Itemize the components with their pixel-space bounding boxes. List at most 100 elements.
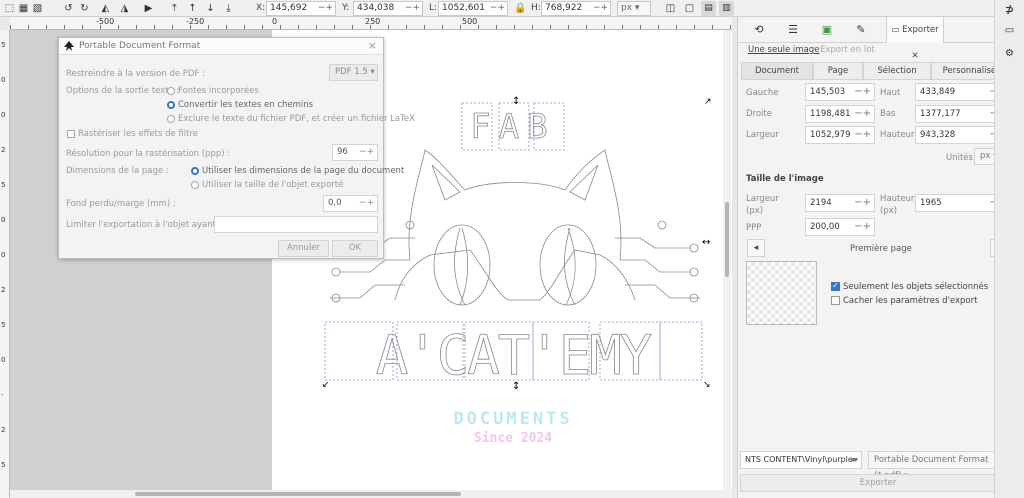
hide-params-checkbox[interactable] bbox=[831, 296, 840, 305]
resolution-field[interactable]: 96 −+ bbox=[332, 144, 378, 161]
left-field[interactable]: 145,503 −+ bbox=[805, 83, 875, 101]
horizontal-scroll-thumb[interactable] bbox=[135, 492, 461, 496]
x-stepper[interactable]: −+ bbox=[318, 2, 333, 15]
prev-page-button[interactable]: ◂ bbox=[747, 239, 765, 257]
bleed-field[interactable]: 0,0 −+ bbox=[323, 195, 378, 212]
y-stepper[interactable]: −+ bbox=[405, 2, 420, 15]
unit-select[interactable]: px ▾ bbox=[617, 1, 651, 16]
width-field[interactable]: 1052,601 −+ bbox=[438, 1, 508, 16]
swatches-tab-icon[interactable]: ▣ bbox=[810, 17, 844, 43]
flip-horizontal-icon[interactable]: ◭ bbox=[99, 2, 112, 15]
y-field[interactable]: 434,038 −+ bbox=[353, 1, 423, 16]
fill-stroke-tab-icon[interactable]: ✎ bbox=[844, 17, 878, 43]
bleed-stepper[interactable]: −+ bbox=[359, 196, 374, 211]
only-selected-checkbox[interactable] bbox=[831, 281, 840, 291]
text-to-paths-radio[interactable] bbox=[167, 101, 175, 109]
img-width-field[interactable]: 2194 −+ bbox=[805, 194, 875, 212]
height-stepper[interactable]: −+ bbox=[593, 2, 608, 15]
x-field[interactable]: 145,692 −+ bbox=[266, 1, 336, 16]
width-field[interactable]: 1052,979 −+ bbox=[805, 126, 875, 144]
filename-value: NTS CONTENT\Vinyl\purple bbox=[745, 455, 853, 464]
left-label: Gauche bbox=[746, 88, 779, 98]
ruler-left-label: 0 bbox=[1, 356, 6, 364]
raise-icon[interactable]: ▶ bbox=[142, 2, 155, 15]
ruler-tick bbox=[388, 25, 389, 29]
dpi-field[interactable]: 200,00 −+ bbox=[805, 218, 875, 236]
dialog-title: Portable Document Format bbox=[79, 41, 201, 51]
flip-vertical-icon[interactable]: ◮ bbox=[118, 2, 131, 15]
preferences-icon[interactable]: ⚙ bbox=[1003, 47, 1016, 60]
export-button[interactable]: Exporter bbox=[740, 474, 1016, 492]
height-field[interactable]: 768,922 −+ bbox=[541, 1, 611, 16]
ruler-tick bbox=[136, 25, 137, 29]
snap-toggle-icon[interactable]: ⊅ bbox=[1003, 3, 1016, 16]
embed-fonts-radio[interactable] bbox=[167, 87, 175, 95]
horizontal-scrollbar[interactable] bbox=[10, 490, 732, 498]
ruler-left-label: 5 bbox=[1, 181, 6, 189]
right-field[interactable]: 1198,481 −+ bbox=[805, 105, 875, 123]
format-select[interactable]: Portable Document Format (*.pdf) ▾ bbox=[868, 451, 1015, 481]
filename-field[interactable]: NTS CONTENT\Vinyl\purple ▰ bbox=[740, 451, 862, 469]
rotate-ccw-icon[interactable]: ↺ bbox=[62, 2, 75, 15]
document-properties-icon[interactable]: ▭ bbox=[1003, 24, 1016, 37]
vertical-scrollbar[interactable] bbox=[723, 30, 731, 490]
cancel-button[interactable]: Annuler bbox=[278, 240, 329, 257]
ruler-tick bbox=[64, 25, 65, 29]
lower-one-icon[interactable]: ↓ bbox=[204, 2, 217, 15]
ruler-tick bbox=[352, 25, 353, 29]
raise-one-icon[interactable]: ↑ bbox=[186, 2, 199, 15]
deselect-icon[interactable]: ▧ bbox=[31, 2, 44, 15]
ruler-tick bbox=[442, 25, 443, 29]
select-all-icon[interactable]: ⬚ bbox=[3, 2, 16, 15]
resolution-stepper[interactable]: −+ bbox=[359, 145, 374, 160]
scale-handle-bottom: ↕ bbox=[512, 381, 520, 392]
area-document-button[interactable]: Document bbox=[741, 62, 813, 80]
rasterize-filter-checkbox[interactable] bbox=[67, 130, 75, 138]
objects-tab-icon[interactable]: ☰ bbox=[776, 17, 810, 43]
move-gradients-icon[interactable]: ▤ bbox=[701, 1, 716, 16]
left-stepper[interactable]: −+ bbox=[854, 84, 871, 100]
batch-export-tab[interactable]: Export en lot bbox=[820, 45, 875, 55]
height-label: H: bbox=[531, 3, 541, 13]
tab-export[interactable]: ▭ Exporter ✕ bbox=[886, 17, 944, 61]
chevron-left-icon: ◂ bbox=[753, 243, 759, 253]
open-folder-icon[interactable]: ▰ bbox=[851, 452, 858, 468]
scale-handle-tr: ↗ bbox=[704, 97, 712, 107]
lock-ratio-icon[interactable]: 🔒 bbox=[514, 2, 527, 15]
dialog-close-button[interactable]: × bbox=[368, 39, 377, 52]
lower-to-bottom-icon[interactable]: ⤓ bbox=[222, 2, 235, 15]
export-tab-icon: ▭ bbox=[891, 25, 900, 35]
rotate-cw-icon[interactable]: ↻ bbox=[78, 2, 91, 15]
dpi-stepper[interactable]: −+ bbox=[854, 219, 871, 235]
area-page-button[interactable]: Page bbox=[813, 62, 863, 80]
hide-params-label: Cacher les paramètres d'export bbox=[843, 296, 978, 306]
right-stepper[interactable]: −+ bbox=[854, 106, 871, 122]
scale-corners-icon[interactable]: ▢ bbox=[683, 2, 696, 15]
vertical-scroll-thumb[interactable] bbox=[725, 202, 729, 277]
scale-handle-right: ↔ bbox=[702, 237, 710, 248]
scale-stroke-icon[interactable]: ◫ bbox=[664, 2, 677, 15]
width-stepper[interactable]: −+ bbox=[490, 2, 505, 15]
ruler-tick bbox=[154, 25, 155, 29]
x-label: X: bbox=[256, 3, 266, 13]
img-width-stepper[interactable]: −+ bbox=[854, 195, 871, 211]
latex-radio[interactable] bbox=[167, 115, 175, 123]
area-selection-button[interactable]: Sélection bbox=[863, 62, 931, 80]
ok-button[interactable]: OK bbox=[332, 240, 378, 257]
object-size-radio[interactable] bbox=[191, 181, 199, 189]
undo-history-tab-icon[interactable]: ⟲ bbox=[742, 17, 776, 43]
pdf-version-select[interactable]: PDF 1.5 ▾ bbox=[329, 64, 378, 81]
move-patterns-icon[interactable]: ▥ bbox=[719, 1, 734, 16]
doc-page-size-radio[interactable] bbox=[191, 167, 199, 175]
ruler-tick bbox=[532, 25, 533, 29]
dialog-titlebar[interactable]: Portable Document Format × bbox=[59, 38, 383, 55]
ruler-left-label: 2 bbox=[1, 286, 6, 294]
width-stepper[interactable]: −+ bbox=[854, 127, 871, 143]
y-label: Y: bbox=[342, 3, 350, 13]
select-all-layers-icon[interactable]: ▦ bbox=[17, 2, 30, 15]
width-label: Largeur bbox=[746, 130, 779, 140]
single-image-tab[interactable]: Une seule image bbox=[748, 45, 819, 55]
limit-id-field[interactable] bbox=[214, 216, 378, 233]
export-tab-close-icon[interactable]: ✕ bbox=[911, 51, 918, 61]
raise-to-top-icon[interactable]: ⤒ bbox=[168, 2, 181, 15]
